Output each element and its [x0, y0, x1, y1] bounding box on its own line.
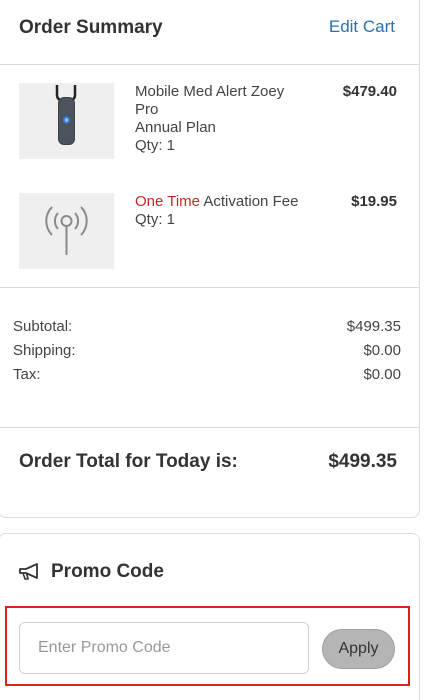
item-price: $19.95 — [351, 193, 397, 210]
shipping-row: Shipping: $0.00 — [13, 342, 401, 366]
subtotal-label: Subtotal: — [13, 318, 73, 335]
order-summary-header: Order Summary Edit Cart — [0, 1, 419, 65]
order-summary-title: Order Summary — [19, 17, 163, 38]
divider — [0, 287, 419, 288]
item-qty: Qty: 1 — [135, 137, 176, 154]
shipping-label: Shipping: — [13, 342, 76, 359]
totals-section: Subtotal: $499.35 Shipping: $0.00 Tax: $… — [13, 318, 401, 390]
pendant-device-icon — [55, 85, 77, 145]
product-image — [19, 193, 114, 269]
item-name-cont: Pro — [135, 101, 159, 118]
megaphone-icon — [19, 563, 38, 580]
item-description: Mobile Med Alert Zoey Pro Annual Plan Qt… — [135, 83, 325, 155]
item-description: One Time Activation Fee Qty: 1 — [135, 193, 325, 229]
item-name: Mobile Med Alert Zoey — [135, 83, 285, 100]
tax-value: $0.00 — [363, 366, 401, 383]
tax-label: Tax: — [13, 366, 41, 383]
promo-code-input[interactable] — [19, 622, 309, 674]
promo-code-title: Promo Code — [51, 561, 164, 582]
order-total-label: Order Total for Today is: — [19, 451, 238, 472]
subtotal-value: $499.35 — [346, 318, 401, 335]
item-qty: Qty: 1 — [135, 211, 176, 228]
item-name: One Time Activation Fee — [135, 193, 325, 211]
divider — [0, 427, 419, 428]
shipping-value: $0.00 — [363, 342, 401, 359]
item-plan: Annual Plan — [135, 119, 216, 136]
item-price: $479.40 — [342, 83, 397, 100]
order-summary-card: Order Summary Edit Cart Mobile Med Alert… — [0, 0, 420, 518]
item-name-rest: Activation Fee — [200, 193, 299, 210]
antenna-signal-icon — [45, 206, 88, 255]
order-total-row: Order Total for Today is: $499.35 — [19, 451, 397, 473]
item-name-highlight: One Time — [135, 193, 201, 210]
apply-button[interactable]: Apply — [322, 629, 395, 669]
order-total-value: $499.35 — [328, 451, 397, 472]
tax-row: Tax: $0.00 — [13, 366, 401, 390]
product-image — [19, 83, 114, 159]
promo-code-heading: Promo Code — [17, 561, 164, 583]
subtotal-row: Subtotal: $499.35 — [13, 318, 401, 342]
edit-cart-link[interactable]: Edit Cart — [329, 17, 395, 37]
